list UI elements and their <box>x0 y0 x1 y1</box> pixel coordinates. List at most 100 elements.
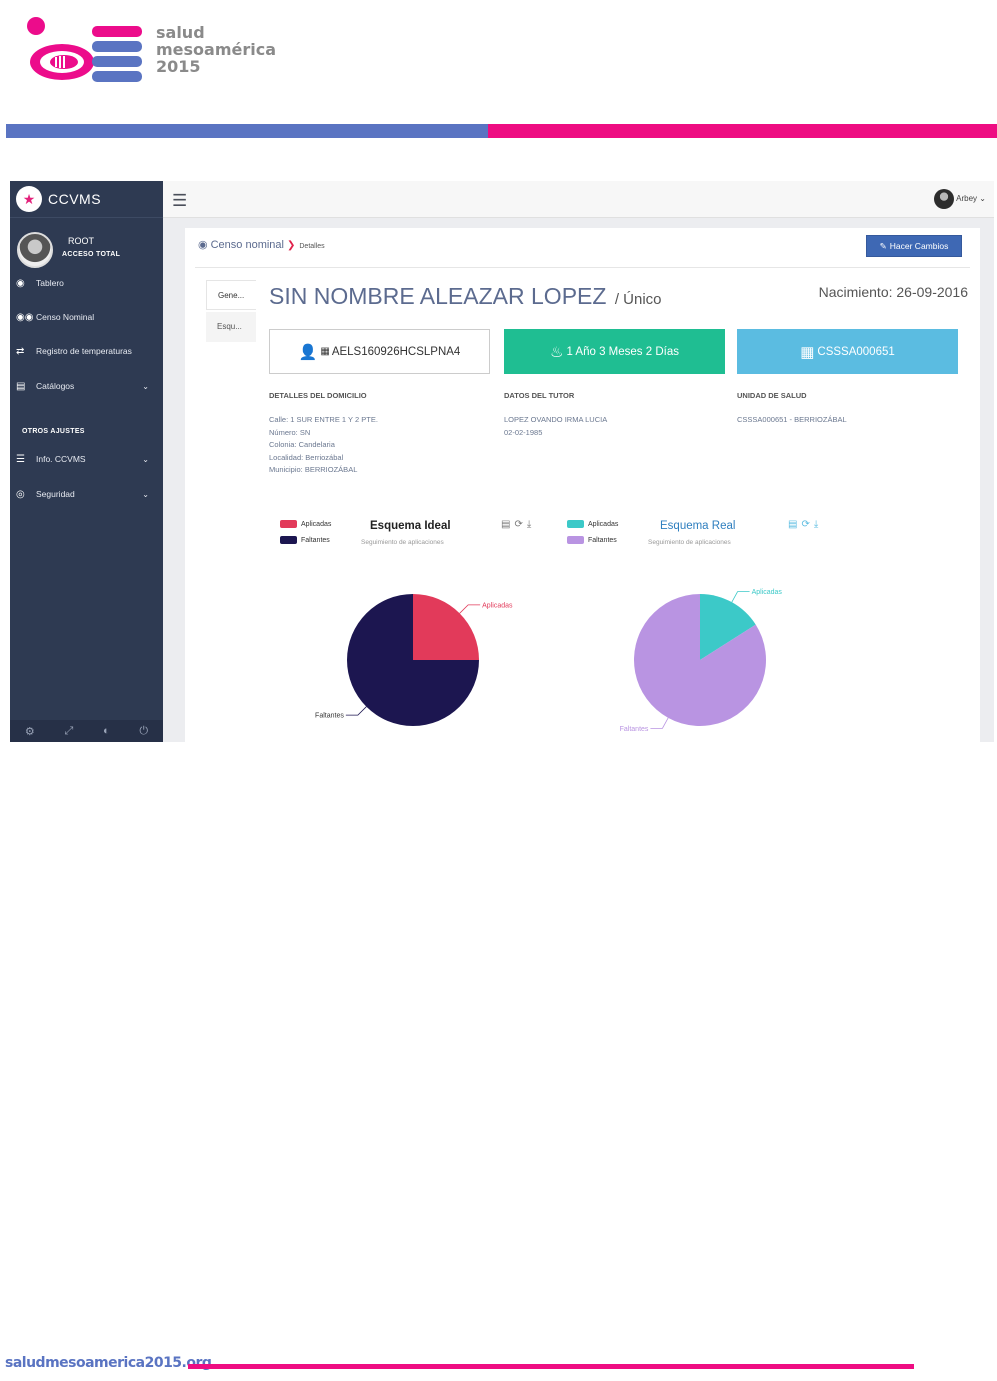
eye-slash-icon[interactable]: ◐ <box>103 725 110 737</box>
archive-icon: ▤ <box>16 380 26 392</box>
sidebar-item-label: Registro de temperaturas <box>36 346 132 356</box>
chart-title: Esquema Ideal <box>370 520 451 532</box>
pie-label-line <box>345 706 367 716</box>
health-unit-box: ▦ CSSSA000651 <box>737 329 958 374</box>
power-icon[interactable]: ⏻ <box>139 725 148 738</box>
sidebar-item-info-ccvms[interactable]: ☰ Info. CCVMS ⌄ <box>10 449 163 469</box>
fullscreen-icon[interactable]: ⤢ <box>64 725 73 738</box>
hacer-cambios-button[interactable]: ✎ Hacer Cambios <box>866 235 962 257</box>
topbar-avatar[interactable] <box>934 189 954 209</box>
brand[interactable]: ★ CCVMS <box>10 181 163 218</box>
sidebar: ★ CCVMS ROOT ACCESO TOTAL ◉ Tablero ◉◉ C… <box>10 181 163 742</box>
domicilio-line: Número: SN <box>269 427 311 437</box>
legend-label: Aplicadas <box>301 520 332 528</box>
domicilio-title: DETALLES DEL DOMICILIO <box>269 391 367 400</box>
data-view-icon[interactable]: ▤ <box>788 519 801 530</box>
breadcrumb: ◉ Censo nominal ❯ Detalles <box>198 238 325 251</box>
legend-item[interactable]: Aplicadas <box>567 520 618 528</box>
legend-label: Faltantes <box>588 536 617 544</box>
nav-section-header: OTROS AJUSTES <box>22 428 85 435</box>
breadcrumb-current: Detalles <box>299 243 325 250</box>
chevron-down-icon: ⌄ <box>142 381 149 391</box>
users-icon: ◉◉ <box>16 311 34 323</box>
refresh-icon[interactable]: ⟳ <box>514 519 526 530</box>
logo-mark-icon <box>27 17 142 82</box>
breadcrumb-section-link[interactable]: Censo nominal <box>211 239 284 251</box>
pie-label: Faltantes <box>315 713 344 720</box>
legend-swatch <box>567 536 584 544</box>
topbar-user-name: Arbey <box>956 194 978 203</box>
unidad-line: CSSSA000651 - BERRIOZÁBAL <box>737 415 847 424</box>
download-icon[interactable]: ⤓ <box>814 519 822 530</box>
unidad-title: UNIDAD DE SALUD <box>737 391 807 400</box>
brand-name: CCVMS <box>48 191 102 207</box>
curp-box: 👤 ▦ AELS160926HCSLPNA4 <box>269 329 490 374</box>
chevron-right-icon: ❯ <box>286 240 296 251</box>
user-role: ACCESO TOTAL <box>62 251 121 258</box>
sidebar-item-registro-temperaturas[interactable]: ⇄ Registro de temperaturas <box>10 341 163 361</box>
user-profile: ROOT ACCESO TOTAL <box>10 218 163 268</box>
tutor-title: DATOS DEL TUTOR <box>504 391 575 400</box>
menu-toggle-icon[interactable]: ☰ <box>172 191 187 211</box>
chart-subtitle: Seguimiento de aplicaciones <box>361 539 444 546</box>
pie-label-line <box>731 591 750 603</box>
divider <box>195 267 970 268</box>
refresh-icon[interactable]: ⟳ <box>801 519 813 530</box>
sidebar-item-label: Catálogos <box>36 381 75 391</box>
sidebar-item-censo-nominal[interactable]: ◉◉ Censo Nominal <box>10 307 163 327</box>
pie-label: Aplicadas <box>752 589 783 596</box>
sidebar-item-label: Seguridad <box>36 489 75 499</box>
chart-title: Esquema Real <box>660 520 736 532</box>
data-view-icon[interactable]: ▤ <box>501 519 514 530</box>
patient-name-text: SIN NOMBRE ALEAZAR LOPEZ <box>269 283 607 309</box>
sidebar-footer: ⚙ ⤢ ◐ ⏻ <box>10 720 163 742</box>
qrcode-icon: ▦ <box>320 346 330 357</box>
chevron-down-icon: ⌄ <box>142 489 149 499</box>
sidebar-item-label: Censo Nominal <box>36 312 95 322</box>
legend-swatch <box>280 536 297 544</box>
header-band-pink <box>488 124 997 138</box>
domicilio-line: Colonia: Candelaria <box>269 440 335 449</box>
user-name: ROOT <box>68 236 94 246</box>
server-icon: ☰ <box>16 453 25 465</box>
edit-button-label: Hacer Cambios <box>889 241 949 251</box>
main-content: ◉ Censo nominal ❯ Detalles ✎ Hacer Cambi… <box>185 228 980 742</box>
tab-esquema[interactable]: Esqu... <box>206 312 256 342</box>
patient-name-suffix: / Único <box>614 291 662 308</box>
legend-swatch <box>567 520 584 528</box>
legend-swatch <box>280 520 297 528</box>
tutor-line: LOPEZ OVANDO IRMA LUCIA <box>504 415 608 424</box>
chevron-down-icon: ⌄ <box>979 194 986 203</box>
chart-toolbox: ▤⟳⤓ <box>501 519 535 530</box>
users-icon: ◉ <box>198 239 208 251</box>
health-unit-value: CSSSA000651 <box>817 345 895 358</box>
sidebar-item-seguridad[interactable]: ◎ Seguridad ⌄ <box>10 484 163 504</box>
pie-label-line <box>650 717 669 729</box>
topbar: ☰ Arbey ⌄ <box>163 181 994 218</box>
gear-icon[interactable]: ⚙ <box>25 725 35 738</box>
hospital-icon: ▦ <box>800 343 815 361</box>
avatar[interactable] <box>17 232 53 268</box>
sidebar-item-label: Info. CCVMS <box>36 454 86 464</box>
share-icon: ⇄ <box>16 345 25 357</box>
curp-value: AELS160926HCSLPNA4 <box>331 345 461 358</box>
footer-site-url: saludmesoamerica2015.org <box>5 1355 212 1371</box>
pie-slice-aplicadas[interactable] <box>413 594 479 660</box>
tab-general[interactable]: Gene... <box>206 280 256 310</box>
pie-charts: Aplicadas Faltantes Aplicadas Faltantes <box>315 589 783 733</box>
legend-item[interactable]: Aplicadas <box>280 520 331 528</box>
sidebar-item-tablero[interactable]: ◉ Tablero <box>10 273 163 293</box>
brand-logo-icon: ★ <box>16 186 42 212</box>
accessibility-icon: ◎ <box>16 488 25 500</box>
legend-item[interactable]: Faltantes <box>280 536 330 544</box>
sidebar-item-catalogos[interactable]: ▤ Catálogos ⌄ <box>10 376 163 396</box>
legend-item[interactable]: Faltantes <box>567 536 617 544</box>
topbar-user-menu[interactable]: Arbey ⌄ <box>956 194 986 203</box>
footer-pink-line <box>188 1364 914 1369</box>
app-window: ★ CCVMS ROOT ACCESO TOTAL ◉ Tablero ◉◉ C… <box>10 181 994 742</box>
download-icon[interactable]: ⤓ <box>527 519 535 530</box>
domicilio-line: Municipio: BERRIOZÁBAL <box>269 465 358 474</box>
age-value: 1 Año 3 Meses 2 Días <box>566 345 679 358</box>
legend-label: Faltantes <box>301 536 330 544</box>
chart-subtitle: Seguimiento de aplicaciones <box>648 539 731 546</box>
